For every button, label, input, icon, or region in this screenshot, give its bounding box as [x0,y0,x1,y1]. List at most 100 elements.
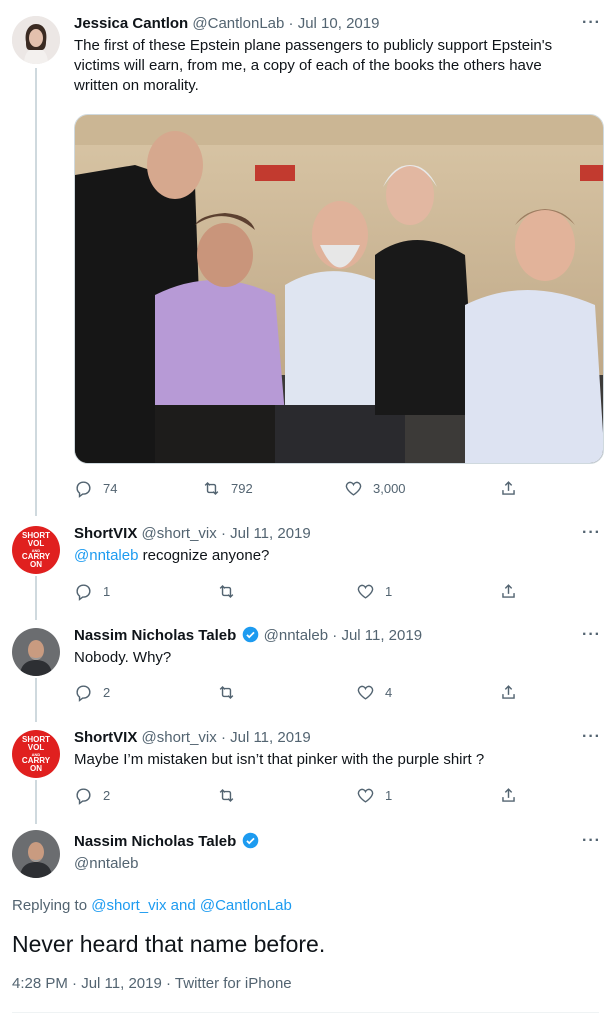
retweet-count: 792 [231,480,253,496]
tweet-actions: 1 1 [74,581,515,601]
tweet-text-body: recognize anyone? [138,547,270,564]
author-handle[interactable]: @short_vix [142,729,217,746]
author-name[interactable]: Jessica Cantlon [74,15,188,32]
like-icon [345,481,362,496]
avatar[interactable]: SHORT VOL AND CARRY ON [12,730,60,778]
tweet-time[interactable]: 4:28 PM [12,975,68,992]
verified-badge-icon [243,832,259,849]
like-button[interactable]: 4 [356,682,392,702]
retweet-button[interactable] [217,581,236,601]
retweet-icon [204,481,219,495]
tweet-source[interactable]: Twitter for iPhone [175,975,292,992]
share-button[interactable] [499,581,518,601]
avatar[interactable] [12,628,60,676]
reply-icon [76,480,91,498]
avatar[interactable] [12,830,60,878]
like-icon [357,584,374,599]
replying-to: Replying to @short_vix and @CantlonLab [12,897,292,914]
like-icon [357,685,374,700]
reply-count: 1 [103,583,111,599]
tweet-meta: 4:28 PM · Jul 11, 2019 · Twitter for iPh… [12,975,292,992]
share-icon [502,480,515,495]
author-handle[interactable]: @nntaleb [264,627,328,644]
tweet-date[interactable]: Jul 11, 2019 [341,627,422,644]
reply-count: 2 [103,787,111,803]
more-icon[interactable]: ··· [582,728,601,746]
like-count: 4 [385,684,393,700]
author-name[interactable]: Nassim Nicholas Taleb [74,833,236,850]
reply-count: 74 [103,480,118,496]
tweet-date[interactable]: Jul 11, 2019 [230,525,311,542]
like-button[interactable]: 3,000 [344,478,406,498]
author-handle[interactable]: @CantlonLab [192,15,284,32]
tweet-photo[interactable] [74,114,604,464]
tweet-date[interactable]: Jul 11, 2019 [230,729,311,746]
mention-link[interactable]: @nntaleb [74,547,138,564]
mention-link[interactable]: @CantlonLab [200,897,292,914]
avatar-text: VOL [27,742,45,752]
retweet-button[interactable] [217,785,236,805]
avatar[interactable]: SHORT VOL AND CARRY ON [12,526,60,574]
retweet-button[interactable] [217,682,236,702]
reply-icon [76,787,91,805]
separator-dot: · [220,729,226,746]
separator-dot: · [166,975,172,992]
more-icon[interactable]: ··· [582,626,601,644]
replying-and: and [166,897,200,914]
avatar-text: ON [30,559,42,569]
retweet-button[interactable]: 792 [202,478,253,498]
reply-button[interactable]: 2 [74,682,110,702]
reply-icon [76,583,91,601]
like-count: 1 [385,583,393,599]
share-icon [502,583,515,598]
tweet-date[interactable]: Jul 10, 2019 [298,15,380,32]
share-button[interactable] [499,785,518,805]
like-button[interactable]: 1 [356,785,392,805]
share-button[interactable] [499,478,518,498]
retweet-icon [219,788,234,802]
tweet-text: @nntaleb recognize anyone? [74,546,597,566]
focused-tweet-text: Never heard that name before. [12,931,326,957]
author-handle[interactable]: @short_vix [142,525,217,542]
tweet-date[interactable]: Jul 11, 2019 [81,975,162,992]
more-icon[interactable]: ··· [582,832,601,850]
tweet[interactable]: Nassim Nicholas Taleb @nntaleb · Jul 11,… [0,626,611,716]
avatar-text: ON [30,763,42,773]
avatar[interactable] [12,16,60,64]
author-handle[interactable]: @nntaleb [74,855,138,872]
more-icon[interactable]: ··· [582,524,601,542]
like-icon [357,788,374,803]
tweet-text: Nobody. Why? [74,649,172,666]
retweet-icon [219,685,234,699]
like-count: 1 [385,787,393,803]
replying-prefix: Replying to [12,897,92,914]
tweet-actions: 74 792 3,000 [74,478,515,498]
avatar-text: VOL [27,538,45,548]
separator-dot: · [72,975,78,992]
tweet-actions: 2 4 [74,682,515,702]
reply-button[interactable]: 1 [74,581,110,601]
separator-dot: · [288,15,294,32]
divider [12,1012,599,1013]
reply-button[interactable]: 74 [74,478,117,498]
author-name[interactable]: Nassim Nicholas Taleb [74,627,236,644]
tweet-text: Maybe I’m mistaken but isn’t that pinker… [74,751,485,768]
share-button[interactable] [499,682,518,702]
share-icon [502,684,515,699]
reply-icon [76,684,91,702]
share-icon [502,787,515,802]
mention-link[interactable]: @short_vix [91,897,166,914]
tweet-actions: 2 1 [74,785,515,805]
retweet-icon [219,584,234,598]
separator-dot: · [220,525,226,542]
author-name[interactable]: ShortVIX [74,525,137,542]
like-button[interactable]: 1 [356,581,392,601]
verified-badge-icon [243,626,259,643]
reply-count: 2 [103,684,111,700]
like-count: 3,000 [373,480,406,496]
separator-dot: · [332,627,338,644]
reply-button[interactable]: 2 [74,785,110,805]
tweet-text: The first of these Epstein plane passeng… [74,37,553,94]
more-icon[interactable]: ··· [582,14,601,32]
author-name[interactable]: ShortVIX [74,729,137,746]
